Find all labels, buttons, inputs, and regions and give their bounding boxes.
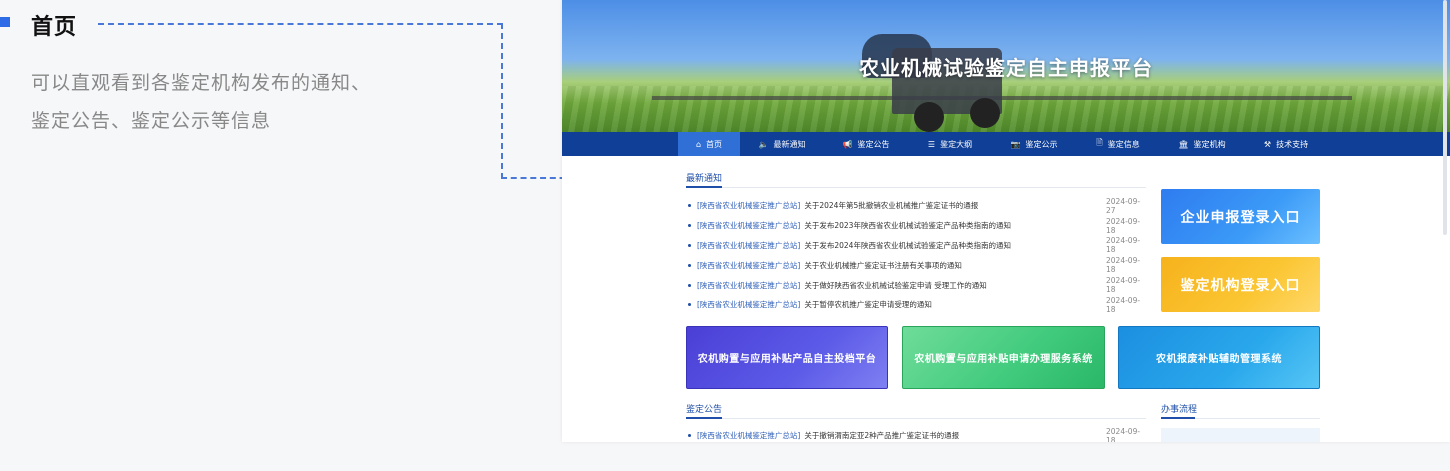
notice-source: [陕西省农业机械鉴定推广总站]: [697, 201, 801, 211]
tools-icon: ⚒: [1263, 139, 1272, 149]
nav-label: 鉴定公示: [1025, 139, 1058, 149]
notice-title[interactable]: 关于发布2023年陕西省农业机械试验鉴定产品种类指南的通知: [804, 220, 1011, 231]
section-underline: [686, 186, 722, 188]
list-item[interactable]: [陕西省农业机械鉴定推广总站] 关于暂停农机推广鉴定申请受理的通知 2024-09-…: [686, 295, 1146, 315]
annotation-line: 鉴定公告、鉴定公示等信息: [31, 110, 272, 132]
hero-banner: 农业机械试验鉴定自主申报平台: [562, 0, 1450, 132]
list-item[interactable]: [陕西省农业机械鉴定推广总站] 关于发布2023年陕西省农业机械试验鉴定产品种类指…: [686, 216, 1146, 236]
notice-source: [陕西省农业机械鉴定推广总站]: [697, 240, 801, 250]
notice-source: [陕西省农业机械鉴定推广总站]: [697, 260, 801, 270]
sprayer-boom: [652, 96, 1352, 100]
section-divider: [686, 187, 1146, 188]
notice-source: [陕西省农业机械鉴定推广总站]: [697, 280, 801, 290]
annotation-marker: [0, 17, 10, 27]
notice-title[interactable]: 关于2024年第5批撤销农业机械推广鉴定证书的通报: [804, 200, 978, 211]
agency-login-button[interactable]: 鉴定机构登录入口: [1161, 257, 1320, 312]
camera-icon: 📷: [1010, 139, 1021, 149]
bank-icon: 🏛: [1178, 139, 1189, 149]
section-underline: [1161, 417, 1195, 419]
subsidy-application-system-link[interactable]: 农机购置与应用补贴申请办理服务系统: [902, 326, 1105, 389]
notice-title[interactable]: 关于暂停农机推广鉴定申请受理的通知: [804, 299, 932, 310]
nav-item-info[interactable]: 🗎 鉴定信息: [1076, 132, 1160, 156]
homepage-screenshot: 农业机械试验鉴定自主申报平台 ⌂ 首页 🔈 最新通知 📢 鉴定公告 ☰ 鉴定大纲 📷 鉴定…: [562, 0, 1450, 442]
bullet-dot: [688, 243, 691, 247]
notice-date: 2024-09-18: [1106, 276, 1141, 295]
notice-date: 2024-09-18: [1106, 426, 1141, 442]
notice-title[interactable]: 关于做好陕西省农业机械试验鉴定申请 受理工作的通知: [804, 280, 986, 291]
notice-date: 2024-09-18: [1106, 295, 1141, 314]
main-nav: ⌂ 首页 🔈 最新通知 📢 鉴定公告 ☰ 鉴定大纲 📷 鉴定公示 🗎 鉴定信息 🏛 鉴定机构 …: [562, 132, 1450, 156]
bullet-dot: [688, 303, 691, 307]
notice-source: [陕西省农业机械鉴定推广总站]: [697, 300, 801, 310]
crop-field: [562, 86, 1450, 132]
latest-section-title[interactable]: 最新通知: [686, 171, 722, 184]
connector-line-vertical: [501, 23, 503, 179]
scrollbar[interactable]: [1443, 0, 1447, 235]
latest-list: [陕西省农业机械鉴定推广总站] 关于2024年第5批撤销农业机械推广鉴定证书的通报…: [686, 196, 1146, 315]
section-underline: [686, 417, 722, 419]
bullet-dot: [688, 204, 691, 208]
list-item[interactable]: [陕西省农业机械鉴定推广总站] 关于农业机械推广鉴定证书注册有关事项的通知 2024…: [686, 255, 1146, 275]
bullet-dot: [688, 434, 691, 438]
notice-title[interactable]: 关于撤销渭南定亚2种产品推广鉴定证书的通报: [804, 430, 959, 441]
list-item[interactable]: [陕西省农业机械鉴定推广总站] 关于2024年第5批撤销农业机械推广鉴定证书的通报…: [686, 196, 1146, 216]
notice-date: 2024-09-18: [1106, 256, 1141, 275]
list-icon: ☰: [927, 139, 936, 149]
annotation-line: 可以直观看到各鉴定机构发布的通知、: [31, 72, 372, 94]
section-divider: [686, 418, 1146, 419]
enterprise-login-button[interactable]: 企业申报登录入口: [1161, 189, 1320, 244]
site-title: 农业机械试验鉴定自主申报平台: [859, 56, 1153, 80]
nav-label: 最新通知: [773, 139, 806, 149]
nav-label: 鉴定信息: [1107, 139, 1140, 149]
tractor-wheel: [970, 98, 1000, 128]
notice-title[interactable]: 关于发布2024年陕西省农业机械试验鉴定产品种类指南的通知: [804, 240, 1011, 251]
connector-line: [98, 23, 503, 25]
nav-item-support[interactable]: ⚒ 技术支持: [1244, 132, 1328, 156]
notice-source: [陕西省农业机械鉴定推广总站]: [697, 431, 801, 441]
megaphone-icon: 📢: [842, 139, 853, 149]
announcement-list: [陕西省农业机械鉴定推广总站] 关于撤销渭南定亚2种产品推广鉴定证书的通报 2024…: [686, 426, 1146, 442]
nav-label: 首页: [706, 139, 723, 149]
notice-date: 2024-09-18: [1106, 236, 1141, 255]
list-item[interactable]: [陕西省农业机械鉴定推广总站] 关于发布2024年陕西省农业机械试验鉴定产品种类指…: [686, 236, 1146, 256]
nav-item-publicity[interactable]: 📷 鉴定公示: [992, 132, 1076, 156]
document-icon: 🗎: [1096, 138, 1103, 147]
process-panel: [1161, 428, 1320, 442]
nav-item-announcements[interactable]: 📢 鉴定公告: [824, 132, 908, 156]
notice-date: 2024-09-27: [1106, 196, 1141, 215]
process-section-title[interactable]: 办事流程: [1161, 402, 1197, 415]
bullet-dot: [688, 263, 691, 267]
nav-item-agencies[interactable]: 🏛 鉴定机构: [1160, 132, 1244, 156]
nav-label: 技术支持: [1276, 139, 1309, 149]
list-item[interactable]: [陕西省农业机械鉴定推广总站] 关于做好陕西省农业机械试验鉴定申请 受理工作的通知…: [686, 275, 1146, 295]
annotation-description: 可以直观看到各鉴定机构发布的通知、 鉴定公告、鉴定公示等信息: [31, 64, 451, 140]
annotation-title: 首页: [31, 15, 78, 40]
list-item[interactable]: [陕西省农业机械鉴定推广总站] 关于撤销渭南定亚2种产品推广鉴定证书的通报 2024…: [686, 426, 1146, 442]
home-icon: ⌂: [695, 139, 702, 149]
subsidy-filing-platform-link[interactable]: 农机购置与应用补贴产品自主投档平台: [686, 326, 888, 389]
nav-label: 鉴定公告: [857, 139, 890, 149]
bullet-dot: [688, 283, 691, 287]
nav-label: 鉴定机构: [1193, 139, 1226, 149]
announcement-section-title[interactable]: 鉴定公告: [686, 402, 722, 415]
nav-item-latest[interactable]: 🔈 最新通知: [740, 132, 824, 156]
speaker-icon: 🔈: [758, 139, 769, 149]
notice-source: [陕西省农业机械鉴定推广总站]: [697, 221, 801, 231]
tractor-wheel: [914, 102, 944, 132]
bullet-dot: [688, 224, 691, 228]
notice-title[interactable]: 关于农业机械推广鉴定证书注册有关事项的通知: [804, 260, 962, 271]
notice-date: 2024-09-18: [1106, 216, 1141, 235]
nav-label: 鉴定大纲: [940, 139, 973, 149]
scrap-subsidy-system-link[interactable]: 农机报废补贴辅助管理系统: [1118, 326, 1320, 389]
nav-item-outline[interactable]: ☰ 鉴定大纲: [908, 132, 992, 156]
nav-item-home[interactable]: ⌂ 首页: [678, 132, 740, 156]
